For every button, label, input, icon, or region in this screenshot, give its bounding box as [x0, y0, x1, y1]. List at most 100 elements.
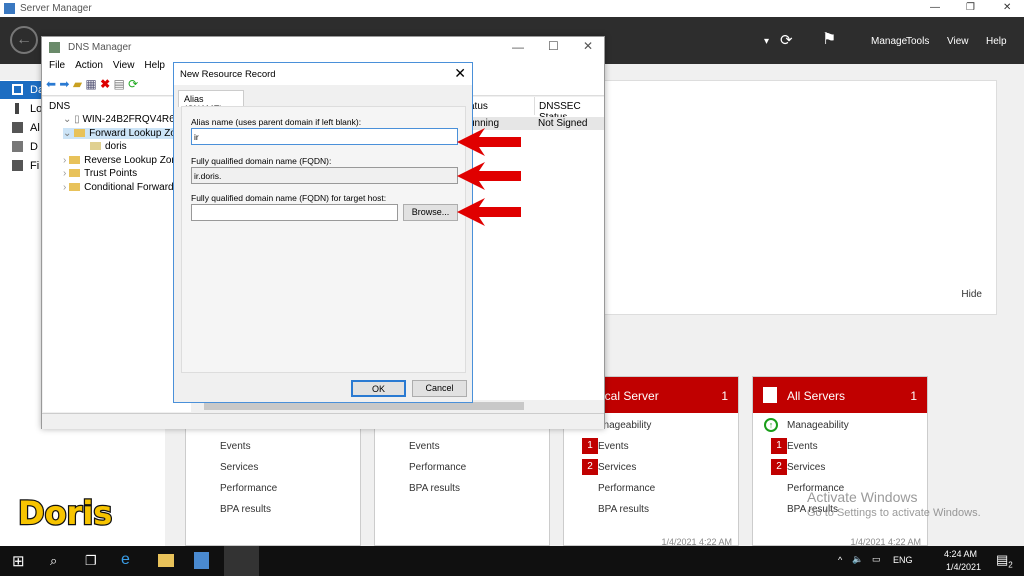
minimize-button[interactable]: —	[512, 40, 524, 54]
red-arrow-annotation	[457, 162, 521, 190]
column-header-dnssec[interactable]: DNSSEC Status	[534, 97, 604, 123]
menu-view[interactable]: View	[947, 36, 969, 47]
folder-icon	[69, 183, 81, 191]
server-icon	[15, 103, 19, 114]
back-button[interactable]: ←	[10, 26, 38, 54]
tile-count: 1	[721, 389, 728, 403]
menu-manage[interactable]: Manage	[871, 36, 907, 47]
tile-row-events[interactable]: 1 Events	[771, 438, 818, 454]
svg-text:Doris: Doris	[18, 494, 112, 532]
welcome-panel: Hide	[600, 80, 997, 315]
maximize-button[interactable]: ☐	[548, 39, 559, 53]
hide-link[interactable]: Hide	[961, 289, 982, 300]
fqdn-field: ir.doris.	[191, 167, 458, 184]
tree-node-server[interactable]: ⌄ ▯ WIN-24B2FRQV4R6	[63, 114, 175, 125]
minimize-button[interactable]: —	[930, 2, 940, 13]
sidebar-item-label: Al	[30, 122, 40, 134]
dns-window-title: DNS Manager	[68, 42, 132, 53]
new-resource-record-dialog: New Resource Record ✕ Alias (CNAME) Alias…	[173, 62, 473, 403]
alias-name-input[interactable]: ir	[191, 128, 458, 145]
taskbar: ⊞ ⌕ ❐ e ^ 🔈 ▭ ENG 4:24 AM 1/4/2021 ▤2	[0, 546, 1024, 576]
dialog-close-button[interactable]: ✕	[454, 65, 466, 82]
tile-row-performance[interactable]: Performance	[220, 483, 277, 494]
search-icon[interactable]: ⌕	[50, 553, 57, 569]
delete-icon[interactable]: ✖	[100, 77, 110, 91]
dns-manager-taskbar-icon[interactable]	[224, 546, 259, 576]
menu-tools[interactable]: Tools	[906, 36, 929, 47]
file-explorer-icon[interactable]	[158, 554, 174, 567]
tree-node-trust-points[interactable]: › Trust Points	[63, 168, 137, 179]
notifications-icon[interactable]: ▤2	[996, 552, 1013, 570]
language-indicator[interactable]: ENG	[893, 555, 913, 565]
tile-row-events[interactable]: Events	[220, 441, 251, 452]
activate-windows-hint: Go to Settings to activate Windows.	[807, 507, 981, 519]
close-button[interactable]: ✕	[1003, 2, 1011, 13]
refresh-icon[interactable]: ⟳	[780, 31, 793, 49]
task-view-icon[interactable]: ❐	[85, 553, 97, 569]
server-manager-taskbar-icon[interactable]	[194, 552, 209, 569]
sidebar-item-label: D	[30, 141, 38, 153]
show-hidden-icons[interactable]: ^	[838, 555, 842, 565]
tree-node-conditional-forwarders[interactable]: › Conditional Forwarde	[63, 182, 179, 193]
tree-node-reverse-lookup[interactable]: › Reverse Lookup Zone	[63, 155, 183, 166]
clock-time[interactable]: 4:24 AM	[944, 549, 977, 559]
show-tree-icon[interactable]: ▦	[85, 77, 96, 91]
tab-alias-cname[interactable]: Alias (CNAME)	[178, 90, 244, 114]
start-button[interactable]: ⊞	[12, 552, 25, 570]
tile-row-bpa[interactable]: BPA results	[598, 504, 649, 515]
menu-help[interactable]: Help	[144, 60, 165, 71]
node-label: Reverse Lookup Zone	[84, 155, 183, 166]
network-icon[interactable]: ▭	[872, 554, 881, 565]
flag-icon[interactable]: ⚑	[822, 29, 836, 49]
dropdown-icon[interactable]: ▾	[764, 36, 769, 47]
count-badge: 1	[582, 438, 598, 454]
cancel-button[interactable]: Cancel	[412, 380, 467, 397]
tile-row-bpa[interactable]: BPA results	[409, 483, 460, 494]
tile-row-services[interactable]: 2 Services	[771, 459, 825, 475]
tile-row-performance[interactable]: Performance	[598, 483, 655, 494]
folder-icon	[69, 156, 81, 164]
tree-node-doris[interactable]: doris	[90, 141, 127, 152]
servers-icon	[12, 122, 23, 133]
node-label: Conditional Forwarde	[84, 182, 180, 193]
dns-icon	[12, 141, 23, 152]
row-label: Events	[787, 441, 818, 452]
target-host-input[interactable]	[191, 204, 398, 221]
tile-row-bpa[interactable]: BPA results	[220, 504, 271, 515]
tile-row-manageability[interactable]: ↑ Manageability	[764, 418, 849, 432]
close-button[interactable]: ✕	[583, 39, 593, 53]
node-label: WIN-24B2FRQV4R6	[82, 114, 175, 125]
fqdn-label: Fully qualified domain name (FQDN):	[191, 156, 332, 166]
browse-button[interactable]: Browse...	[403, 204, 458, 221]
volume-muted-icon[interactable]: 🔈	[852, 554, 863, 565]
tile-row-events[interactable]: 1 Events	[582, 438, 629, 454]
menu-help[interactable]: Help	[986, 36, 1007, 47]
up-folder-icon[interactable]: ▰	[73, 77, 82, 91]
menu-view[interactable]: View	[113, 60, 135, 71]
maximize-button[interactable]: ❐	[966, 2, 975, 13]
edge-icon[interactable]: e	[121, 551, 130, 569]
tile-row-performance[interactable]: Performance	[409, 462, 466, 473]
count-badge: 2	[582, 459, 598, 475]
tile-row-events[interactable]: Events	[409, 441, 440, 452]
all-servers-tile[interactable]: All Servers 1 ↑ Manageability 1 Events 2 Ser…	[752, 376, 928, 547]
menu-action[interactable]: Action	[75, 60, 103, 71]
target-host-label: Fully qualified domain name (FQDN) for t…	[191, 193, 387, 203]
node-label: doris	[105, 141, 127, 152]
forward-icon[interactable]: ➡	[59, 77, 69, 91]
scrollbar-thumb[interactable]	[204, 402, 524, 410]
tile-row-manageability[interactable]: anageability	[598, 420, 651, 431]
tile-row-services[interactable]: Services	[220, 462, 258, 473]
tree-node-forward-lookup[interactable]: ⌄ Forward Lookup Zone	[63, 128, 188, 139]
node-label: DNS	[49, 101, 71, 112]
refresh-icon[interactable]: ⟳	[128, 77, 138, 91]
red-arrow-annotation	[457, 128, 521, 156]
tile-row-services[interactable]: 2 Services	[582, 459, 636, 475]
clock-date[interactable]: 1/4/2021	[946, 562, 981, 572]
tree-node-dns[interactable]: DNS	[49, 101, 70, 112]
menu-file[interactable]: File	[49, 60, 65, 71]
properties-icon[interactable]: ▤	[113, 77, 124, 91]
back-icon[interactable]: ⬅	[46, 77, 56, 91]
ok-button[interactable]: OK	[351, 380, 406, 397]
tile-title: ocal Server	[598, 389, 659, 403]
